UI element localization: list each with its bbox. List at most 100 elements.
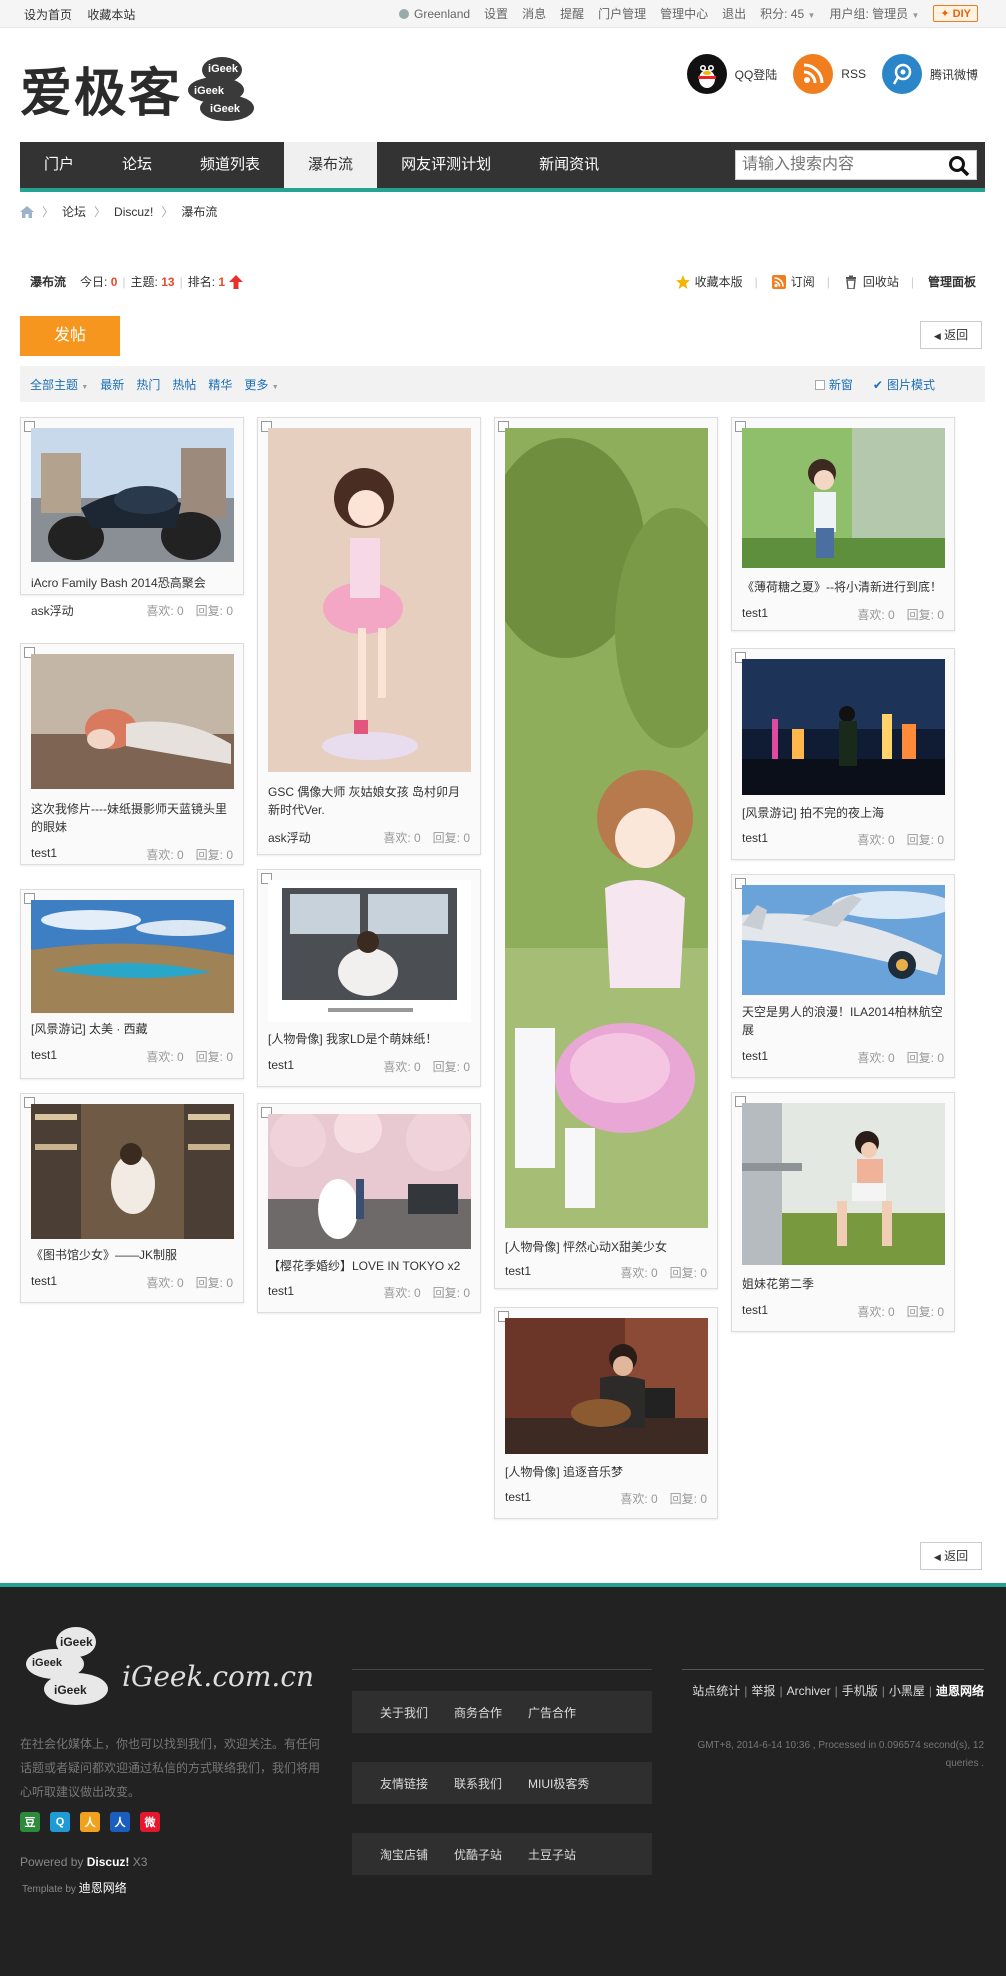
points-dropdown[interactable]: 积分: 45 ▼ <box>760 5 815 22</box>
thread-thumbnail-image[interactable] <box>505 428 708 1228</box>
breadcrumb-item-discuz[interactable]: Discuz! <box>114 205 153 219</box>
back-button-bottom[interactable]: ◀ 返回 <box>920 1542 982 1570</box>
thread-card[interactable]: iAcro Family Bash 2014恐高聚会 ask浮动 喜欢: 0 回… <box>20 417 244 618</box>
renren-icon[interactable]: 人 <box>110 1812 130 1832</box>
footer-link-about[interactable]: 关于我们 <box>380 1704 428 1721</box>
thread-title-link[interactable]: 姐妹花第二季 <box>742 1275 947 1293</box>
tab-digest[interactable]: 精华 <box>208 376 232 393</box>
brand-link[interactable]: 迪恩网络 <box>936 1684 984 1698</box>
new-window-checkbox[interactable]: 新窗 <box>814 376 853 393</box>
thread-thumbnail-image[interactable] <box>268 880 471 1022</box>
card-author[interactable]: test1 <box>742 606 845 623</box>
card-author[interactable]: test1 <box>742 1049 845 1066</box>
messages-link[interactable]: 消息 <box>522 5 546 22</box>
thread-thumbnail-image[interactable] <box>742 659 945 795</box>
card-author[interactable]: ask浮动 <box>31 602 134 619</box>
stats-link[interactable]: 站点统计 <box>692 1684 740 1698</box>
thread-card[interactable]: [风景游记] 拍不完的夜上海 test1 喜欢: 0 回复: 0 <box>731 648 955 860</box>
subscribe-link[interactable]: 订阅 <box>771 273 815 290</box>
thread-title-link[interactable]: [风景游记] 太美 · 西藏 <box>31 1020 236 1038</box>
tab-hot-threads[interactable]: 热帖 <box>172 376 196 393</box>
footer-link-business[interactable]: 商务合作 <box>454 1704 502 1721</box>
new-post-button[interactable]: 发帖 <box>20 316 120 356</box>
footer-link-ads[interactable]: 广告合作 <box>528 1704 576 1721</box>
diy-button[interactable]: ✦ DIY <box>933 5 978 22</box>
settings-link[interactable]: 设置 <box>484 5 508 22</box>
thread-card[interactable]: 这次我修片----妹纸摄影师天蓝镜头里的眼妹 test1 喜欢: 0 回复: 0 <box>20 643 244 865</box>
portal-admin-link[interactable]: 门户管理 <box>598 5 646 22</box>
blackroom-link[interactable]: 小黑屋 <box>889 1684 925 1698</box>
thread-title-link[interactable]: 《薄荷糖之夏》--将小清新进行到底！ <box>742 578 947 596</box>
recycle-bin-link[interactable]: 回收站 <box>844 273 899 290</box>
footer-link-miui[interactable]: MIUI极客秀 <box>528 1775 589 1792</box>
card-author[interactable]: test1 <box>31 846 134 863</box>
card-author[interactable]: test1 <box>742 831 845 848</box>
nav-item-review[interactable]: 网友评测计划 <box>377 142 515 188</box>
thread-thumbnail-image[interactable] <box>268 1114 471 1249</box>
card-author[interactable]: test1 <box>268 1058 371 1075</box>
tab-more[interactable]: 更多 ▼ <box>244 376 278 393</box>
nav-item-forum[interactable]: 论坛 <box>98 142 176 188</box>
card-author[interactable]: test1 <box>505 1264 608 1281</box>
thread-card[interactable]: GSC 偶像大师 灰姑娘女孩 岛村卯月 新时代Ver. ask浮动 喜欢: 0 … <box>257 417 481 855</box>
thread-card[interactable]: [人物骨像] 我家LD是个萌妹纸！ test1 喜欢: 0 回复: 0 <box>257 869 481 1087</box>
footer-link-friends[interactable]: 友情链接 <box>380 1775 428 1792</box>
thread-thumbnail-image[interactable] <box>31 428 234 562</box>
thread-title-link[interactable]: [风景游记] 拍不完的夜上海 <box>742 804 947 822</box>
card-author[interactable]: test1 <box>268 1284 371 1301</box>
thread-title-link[interactable]: [人物骨像] 怦然心动X甜美少女 <box>505 1238 710 1256</box>
thread-thumbnail-image[interactable] <box>742 1103 945 1265</box>
card-author[interactable]: test1 <box>31 1048 134 1065</box>
thread-title-link[interactable]: iAcro Family Bash 2014恐高聚会 <box>31 574 236 592</box>
thread-thumbnail-image[interactable] <box>505 1318 708 1454</box>
rss-link[interactable]: RSS <box>793 54 866 94</box>
breadcrumb-item-forum[interactable]: 论坛 <box>62 203 86 220</box>
nav-item-portal[interactable]: 门户 <box>20 142 98 188</box>
thread-card[interactable]: 姐妹花第二季 test1 喜欢: 0 回复: 0 <box>731 1092 955 1332</box>
thread-title-link[interactable]: 【樱花季婚纱】LOVE IN TOKYO x2 <box>268 1257 473 1275</box>
thread-card[interactable]: [风景游记] 太美 · 西藏 test1 喜欢: 0 回复: 0 <box>20 889 244 1079</box>
favorite-forum-link[interactable]: 收藏本版 <box>675 273 743 290</box>
thread-title-link[interactable]: 《图书馆少女》——JK制服 <box>31 1246 236 1264</box>
weibo-icon[interactable]: 微 <box>140 1812 160 1832</box>
card-author[interactable]: test1 <box>742 1303 845 1320</box>
discuz-link[interactable]: Discuz! <box>87 1855 130 1869</box>
qzone-icon[interactable]: Q <box>50 1812 70 1832</box>
bookmark-link[interactable]: 收藏本站 <box>87 8 135 22</box>
footer-link-contact[interactable]: 联系我们 <box>454 1775 502 1792</box>
search-icon[interactable] <box>948 155 970 177</box>
thread-thumbnail-image[interactable] <box>31 900 234 1013</box>
tab-hot[interactable]: 热门 <box>136 376 160 393</box>
breadcrumb-item-waterfall[interactable]: 瀑布流 <box>181 203 217 220</box>
tab-latest[interactable]: 最新 <box>100 376 124 393</box>
tab-all-topics[interactable]: 全部主题 ▼ <box>30 376 88 393</box>
report-link[interactable]: 举报 <box>751 1684 775 1698</box>
thread-title-link[interactable]: 这次我修片----妹纸摄影师天蓝镜头里的眼妹 <box>31 800 236 836</box>
set-home-link[interactable]: 设为首页 <box>24 8 72 22</box>
qq-login-link[interactable]: QQ登陆 <box>686 54 777 94</box>
thread-card[interactable]: 《薄荷糖之夏》--将小清新进行到底！ test1 喜欢: 0 回复: 0 <box>731 417 955 631</box>
thread-title-link[interactable]: [人物骨像] 追逐音乐梦 <box>505 1463 710 1481</box>
thread-card[interactable]: [人物骨像] 追逐音乐梦 test1 喜欢: 0 回复: 0 <box>494 1307 718 1519</box>
nav-item-channels[interactable]: 频道列表 <box>176 142 284 188</box>
thread-title-link[interactable]: [人物骨像] 我家LD是个萌妹纸！ <box>268 1030 473 1048</box>
thread-title-link[interactable]: 天空是男人的浪漫！ILA2014柏林航空展 <box>742 1003 947 1039</box>
logout-link[interactable]: 退出 <box>722 5 746 22</box>
thread-title-link[interactable]: GSC 偶像大师 灰姑娘女孩 岛村卯月 新时代Ver. <box>268 783 473 819</box>
footer-link-taobao[interactable]: 淘宝店铺 <box>380 1846 428 1863</box>
footer-logo[interactable]: iGeek iGeek iGeek iGeek.com.cn <box>20 1627 314 1707</box>
back-button[interactable]: ◀ 返回 <box>920 321 982 349</box>
thread-card[interactable]: 《图书馆少女》——JK制服 test1 喜欢: 0 回复: 0 <box>20 1093 244 1303</box>
douban-icon[interactable]: 豆 <box>20 1812 40 1832</box>
kaixin-icon[interactable]: 人 <box>80 1812 100 1832</box>
card-author[interactable]: test1 <box>31 1274 134 1291</box>
template-author-link[interactable]: 迪恩网络 <box>79 1881 127 1895</box>
user-link[interactable]: Greenland <box>399 7 470 21</box>
thread-card[interactable]: [人物骨像] 怦然心动X甜美少女 test1 喜欢: 0 回复: 0 <box>494 417 718 1289</box>
admin-panel-link[interactable]: 管理面板 <box>928 273 976 290</box>
mobile-link[interactable]: 手机版 <box>842 1684 878 1698</box>
thread-thumbnail-image[interactable] <box>268 428 471 772</box>
thread-card[interactable]: 天空是男人的浪漫！ILA2014柏林航空展 test1 喜欢: 0 回复: 0 <box>731 874 955 1078</box>
card-author[interactable]: test1 <box>505 1490 608 1507</box>
search-input[interactable] <box>736 151 936 179</box>
